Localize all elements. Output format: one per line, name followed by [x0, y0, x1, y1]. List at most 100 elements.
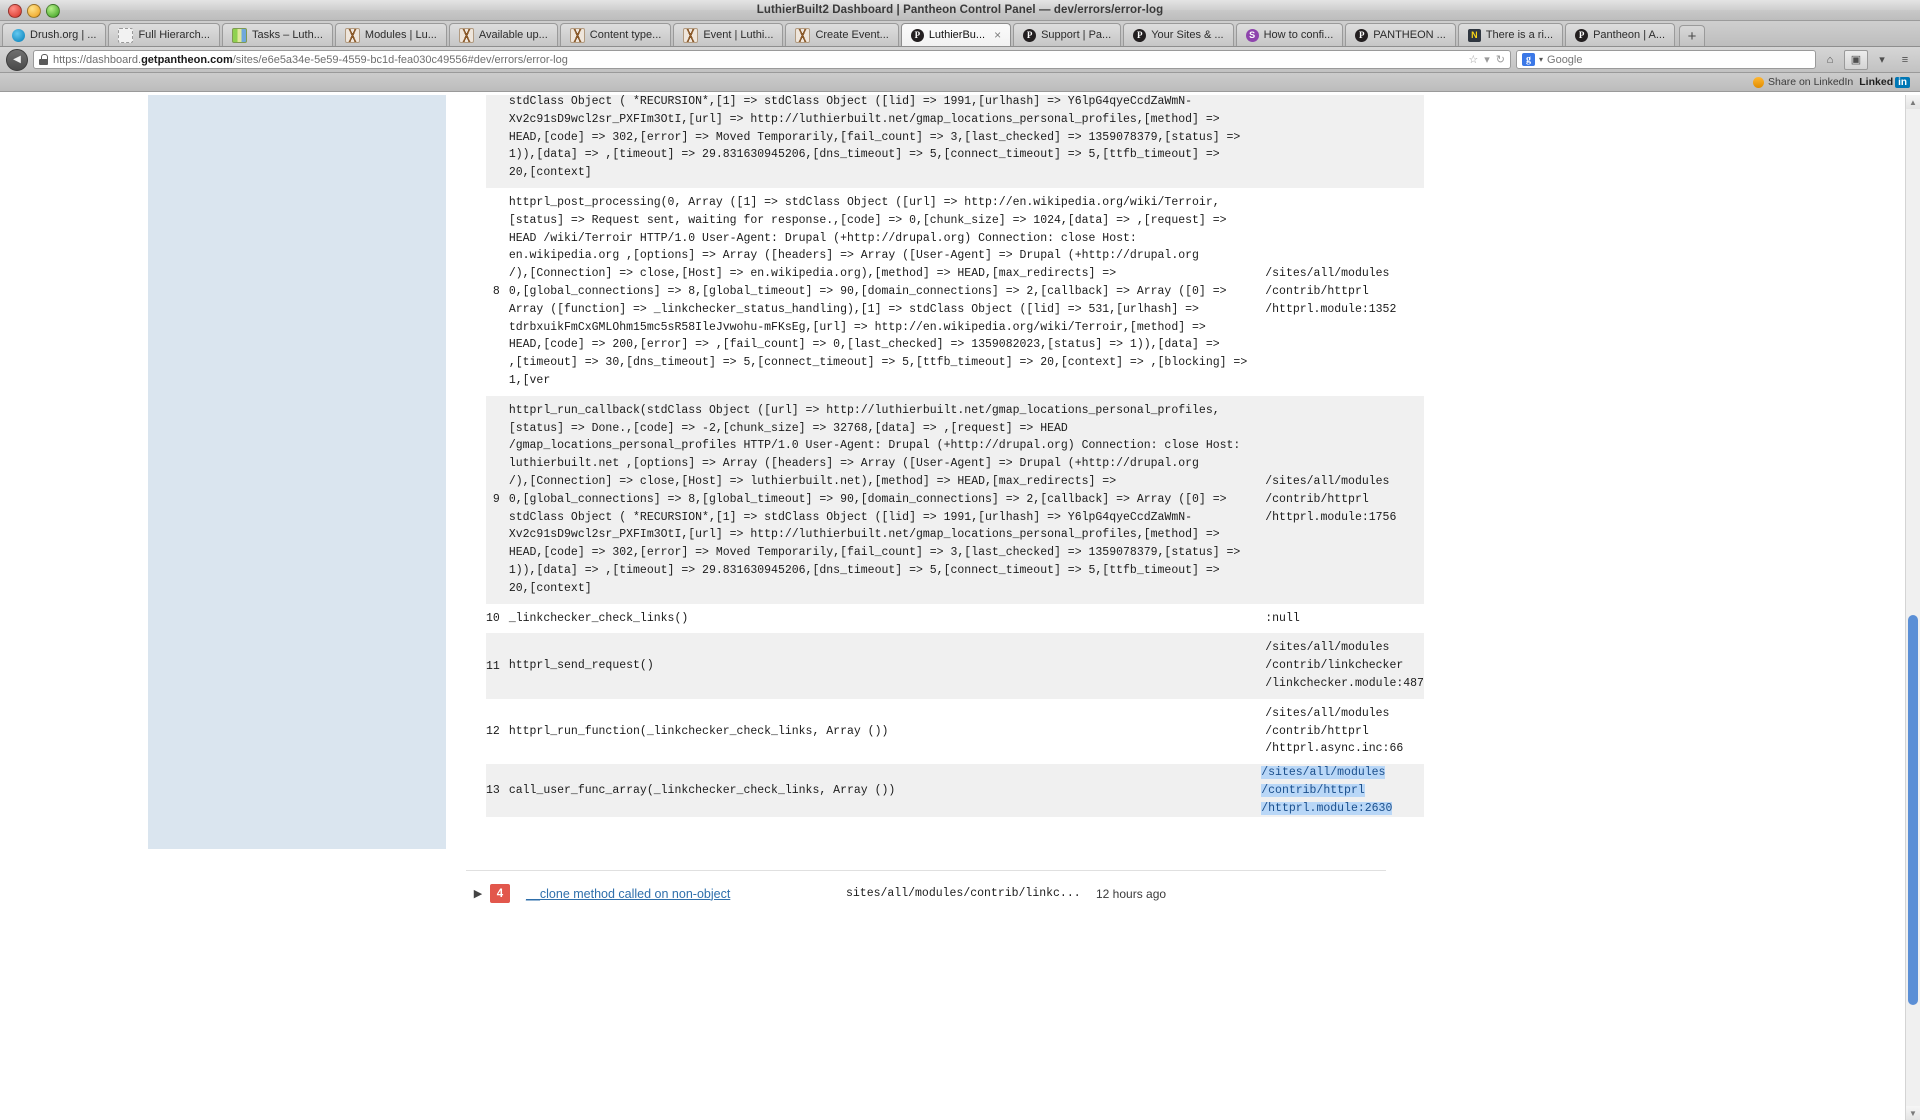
browser-tab-there-is-a-risk[interactable]: N There is a ri...: [1457, 23, 1564, 46]
page-scrollbar[interactable]: ▲ ▼: [1905, 95, 1920, 1120]
close-window-button[interactable]: [8, 4, 22, 18]
frame-number: 12: [486, 724, 500, 738]
error-log-panel: stdClass Object ( *RECURSION*,[1] => std…: [446, 95, 1424, 849]
scroll-down-icon[interactable]: ▼: [1906, 1106, 1920, 1120]
browser-tab-luthierbuilt-active[interactable]: P LuthierBu... ×: [900, 23, 1012, 46]
lock-icon: [39, 54, 48, 65]
drush-icon: [12, 28, 25, 42]
browser-tab-event[interactable]: Event | Luthi...: [673, 23, 784, 46]
frame-call: call_user_func_array(_linkchecker_check_…: [508, 764, 1262, 818]
frame-file: /sites/all/modules /contrib/httprl /http…: [1265, 706, 1404, 756]
pantheon-icon: P: [1133, 28, 1147, 42]
search-input[interactable]: Google: [1547, 54, 1582, 66]
address-bar[interactable]: https://dashboard.getpantheon.com/sites/…: [33, 50, 1511, 69]
browser-tab-modules[interactable]: Modules | Lu...: [334, 23, 447, 46]
frame-file: [1261, 95, 1424, 188]
window-titlebar: LuthierBuilt2 Dashboard | Pantheon Contr…: [0, 0, 1920, 21]
table-row: 11 httprl_send_request() /sites/all/modu…: [486, 633, 1424, 699]
browser-tab-drush[interactable]: Drush.org | ...: [2, 23, 107, 46]
reader-mode-button[interactable]: ▣: [1844, 49, 1868, 70]
zoom-window-button[interactable]: [46, 4, 60, 18]
browser-tab-support[interactable]: P Support | Pa...: [1013, 23, 1122, 46]
stack-trace-table: stdClass Object ( *RECURSION*,[1] => std…: [486, 95, 1424, 818]
google-icon: g: [1522, 53, 1535, 66]
error-log-entry[interactable]: ▶ 4 __clone method called on non-object …: [466, 870, 1386, 916]
table-row: 12 httprl_run_function(_linkchecker_chec…: [486, 699, 1424, 764]
frame-call: httprl_post_processing(0, Array ([1] => …: [508, 195, 1248, 387]
share-on-linkedin-button[interactable]: Share on LinkedIn: [1753, 76, 1853, 88]
linkedin-in-icon: in: [1895, 76, 1910, 88]
expand-triangle-icon[interactable]: ▶: [466, 887, 490, 900]
frame-file: /sites/all/modules /contrib/linkchecker …: [1261, 633, 1424, 699]
browser-tab-how-to-configure[interactable]: S How to confi...: [1235, 23, 1344, 46]
tab-label: Modules | Lu...: [364, 29, 437, 41]
frame-file: :null: [1265, 611, 1300, 625]
yellow-icon: N: [1467, 28, 1481, 42]
scrollbar-thumb[interactable]: [1908, 615, 1918, 1005]
minimize-window-button[interactable]: [27, 4, 41, 18]
frame-call: httprl_send_request(): [508, 633, 1262, 699]
addon-toolbar: Share on LinkedIn Linked in: [0, 73, 1920, 92]
tab-label: Available up...: [478, 29, 548, 41]
frame-number: [486, 95, 509, 188]
browser-tab-pantheon-docs[interactable]: P PANTHEON ...: [1345, 23, 1456, 46]
chevron-down-icon[interactable]: ▾: [1873, 51, 1891, 69]
browser-tab-your-sites[interactable]: P Your Sites & ...: [1123, 23, 1234, 46]
browser-window: LuthierBuilt2 Dashboard | Pantheon Contr…: [0, 0, 1920, 1120]
scroll-up-icon[interactable]: ▲: [1906, 95, 1920, 109]
tab-label: Tasks – Luth...: [251, 29, 323, 41]
tab-label: Your Sites & ...: [1151, 29, 1224, 41]
pantheon-icon: P: [1575, 28, 1589, 42]
frame-call: _linkchecker_check_links(): [508, 611, 689, 625]
tab-label: PANTHEON ...: [1373, 29, 1446, 41]
window-title: LuthierBuilt2 Dashboard | Pantheon Contr…: [756, 4, 1164, 16]
chevron-down-icon[interactable]: ▾: [1484, 53, 1490, 66]
tab-label: Drush.org | ...: [30, 29, 97, 41]
browser-tab-full-hierarchy[interactable]: Full Hierarch...: [108, 23, 220, 46]
frame-file-selected: /sites/all/modules /contrib/httprl /http…: [1261, 766, 1393, 815]
frame-number: 8: [492, 285, 500, 299]
page-content: stdClass Object ( *RECURSION*,[1] => std…: [0, 95, 1568, 1120]
frame-number: 13: [486, 764, 509, 818]
drupal-icon: [795, 27, 811, 43]
search-bar[interactable]: g ▾ Google: [1516, 50, 1816, 69]
browser-tab-content-types[interactable]: Content type...: [559, 23, 672, 46]
browser-tab-tasks[interactable]: Tasks – Luth...: [221, 23, 333, 46]
back-button[interactable]: ◀: [6, 48, 28, 71]
pantheon-icon: P: [1355, 28, 1369, 42]
error-title-link[interactable]: __clone method called on non-object: [526, 887, 846, 901]
address-bar-actions: ☆ ▾ ↻: [1468, 53, 1505, 66]
home-button[interactable]: ⌂: [1821, 51, 1839, 69]
frame-file: /sites/all/modules /contrib/httprl /http…: [1261, 764, 1424, 818]
tab-label: LuthierBu...: [928, 29, 986, 41]
drupal-icon: [344, 27, 360, 43]
table-row: 8 httprl_post_processing(0, Array ([1] =…: [486, 188, 1424, 396]
tab-label: Create Event...: [815, 29, 889, 41]
frame-number: 10: [486, 611, 500, 625]
frame-call: httprl_run_function(_linkchecker_check_l…: [508, 724, 889, 738]
error-timestamp: 12 hours ago: [1096, 886, 1167, 901]
menu-button[interactable]: ≡: [1896, 51, 1914, 69]
navigation-toolbar: ◀ https://dashboard.getpantheon.com/site…: [0, 47, 1920, 73]
reload-icon[interactable]: ↻: [1496, 53, 1505, 66]
browser-tab-available-updates[interactable]: Available up...: [448, 23, 558, 46]
error-count-badge: 4: [490, 884, 510, 903]
close-tab-icon[interactable]: ×: [994, 29, 1001, 41]
new-tab-button[interactable]: +: [1679, 25, 1706, 46]
linkedin-brand-label: Linked: [1859, 76, 1894, 88]
table-row: 13 call_user_func_array(_linkchecker_che…: [486, 764, 1424, 818]
bookmark-star-icon[interactable]: ☆: [1468, 53, 1478, 66]
tab-label: Event | Luthi...: [703, 29, 774, 41]
table-row: stdClass Object ( *RECURSION*,[1] => std…: [486, 95, 1424, 188]
tab-label: Content type...: [589, 29, 662, 41]
browser-tab-pantheon-a[interactable]: P Pantheon | A...: [1565, 23, 1676, 46]
share-on-linkedin-label: Share on LinkedIn: [1768, 76, 1854, 88]
linkedin-brand-badge[interactable]: Linked in: [1859, 76, 1910, 88]
tab-strip: Drush.org | ... Full Hierarch... Tasks –…: [0, 21, 1920, 47]
frame-file: /sites/all/modules /contrib/httprl /http…: [1261, 395, 1424, 604]
purple-s-icon: S: [1245, 28, 1259, 42]
chevron-down-icon[interactable]: ▾: [1539, 55, 1543, 64]
table-row: 10 _linkchecker_check_links() :null: [486, 604, 1424, 634]
page-viewport: stdClass Object ( *RECURSION*,[1] => std…: [0, 95, 1920, 1120]
browser-tab-create-event[interactable]: Create Event...: [785, 23, 899, 46]
